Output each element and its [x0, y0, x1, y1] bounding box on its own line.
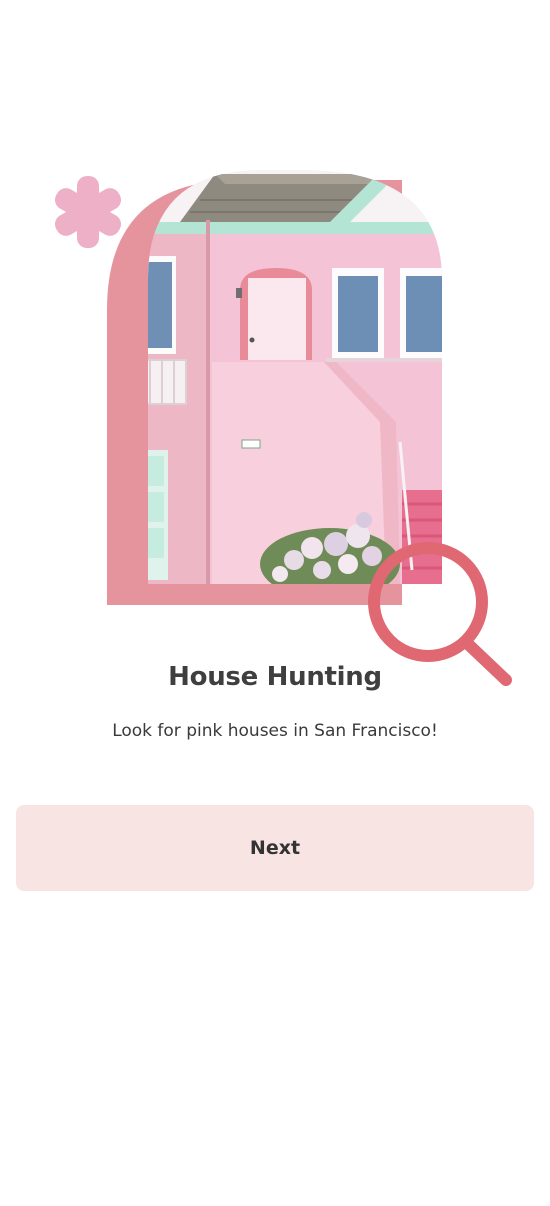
asterisk-flower-icon	[54, 176, 122, 248]
house-photo	[148, 170, 442, 584]
page-subtitle: Look for pink houses in San Francisco!	[112, 721, 438, 741]
next-button-label: Next	[249, 837, 301, 859]
page-title: House Hunting	[168, 662, 382, 692]
next-button[interactable]: Next	[16, 805, 534, 891]
hero-illustration	[40, 160, 520, 700]
